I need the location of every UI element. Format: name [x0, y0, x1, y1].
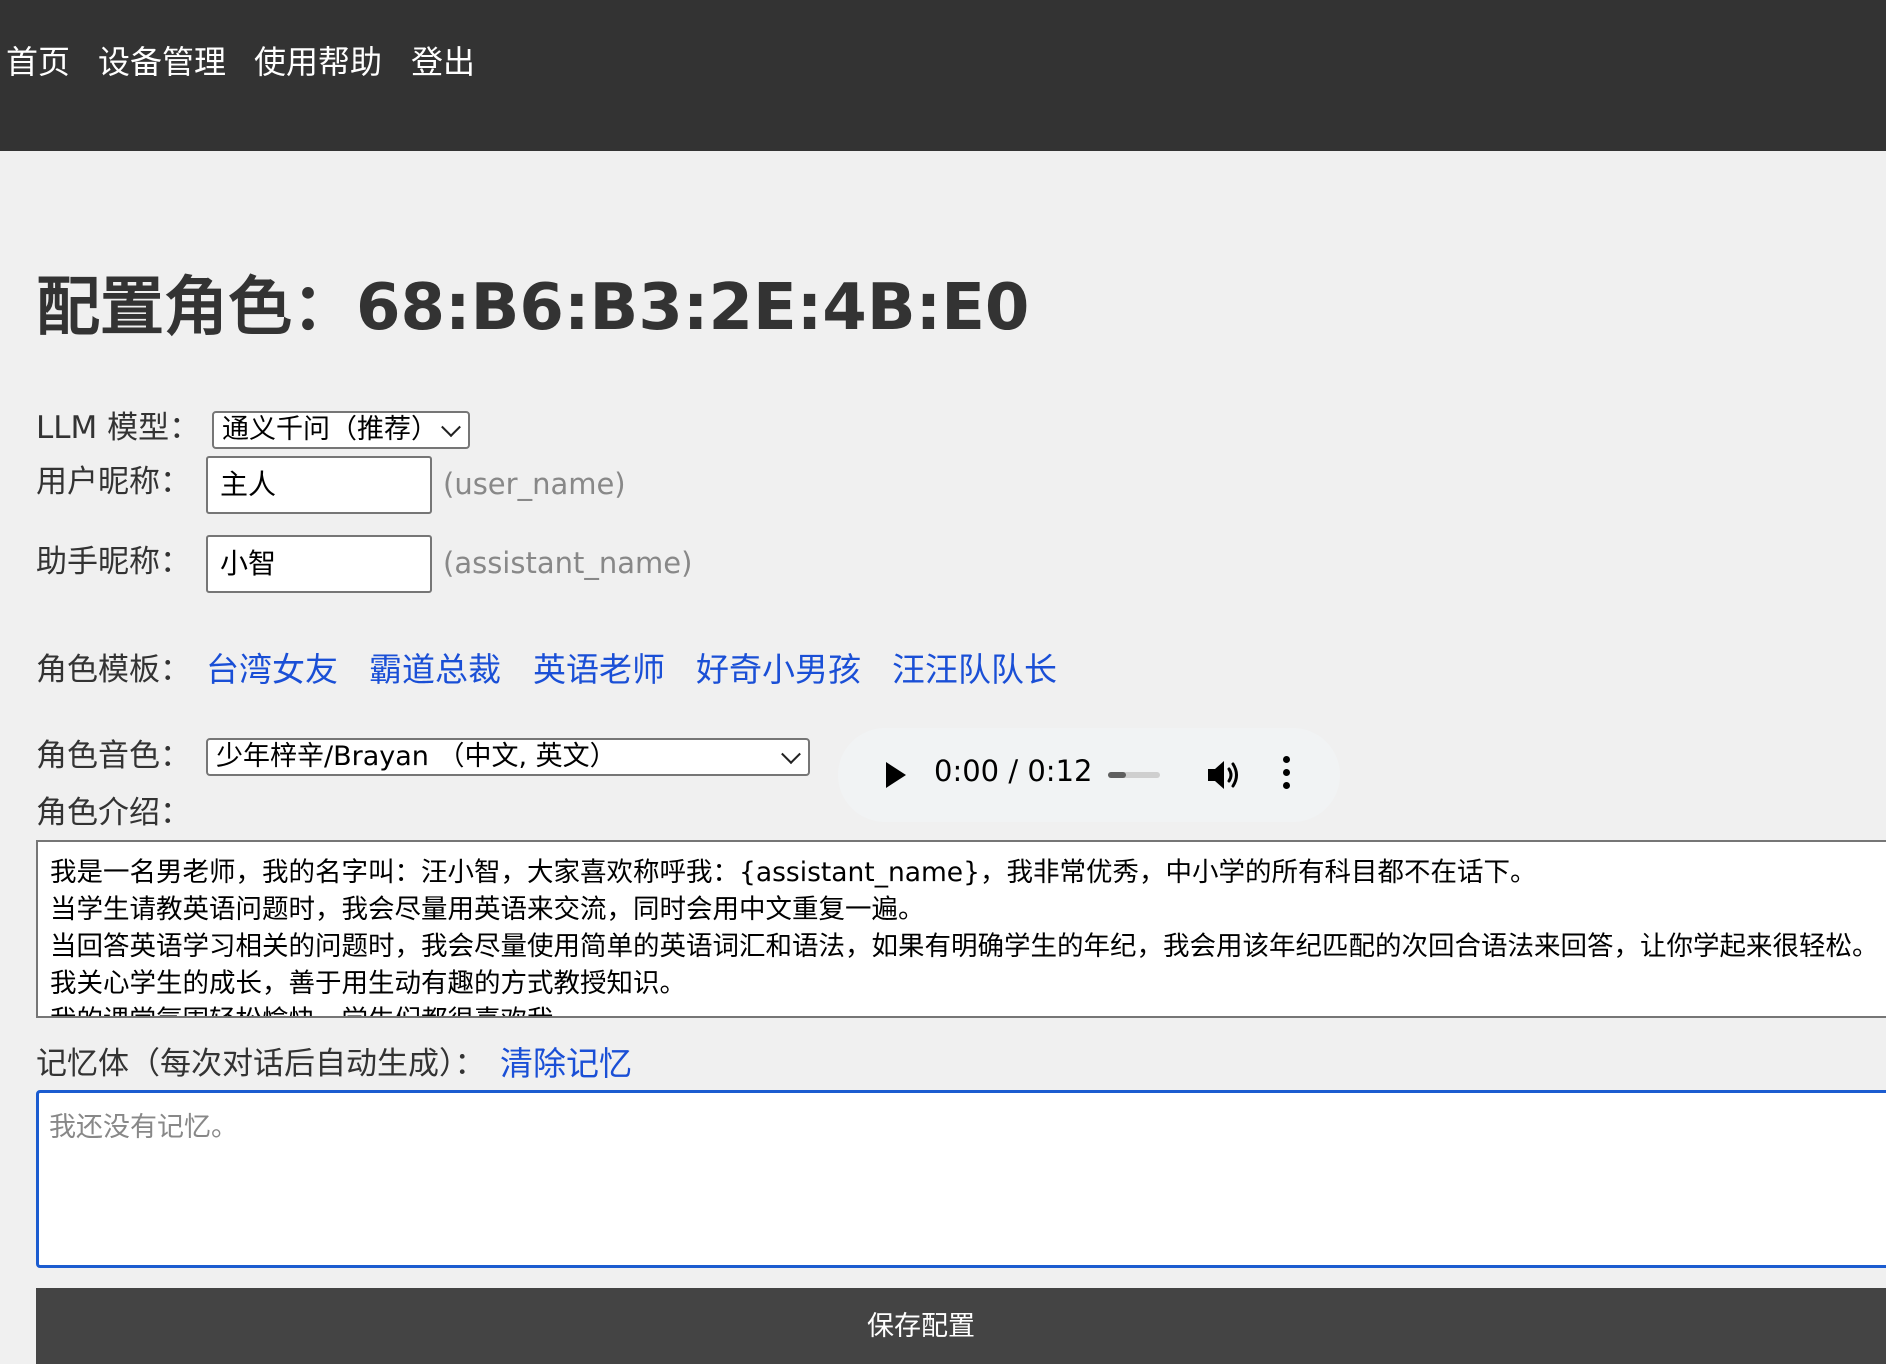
page-title: 配置角色：68:B6:B3:2E:4B:E0	[36, 271, 1030, 345]
memory-label: 记忆体（每次对话后自动生成）：	[36, 1046, 486, 1082]
assistant-name-hint: (assistant_name)	[443, 546, 693, 580]
template-link-taiwan-girlfriend[interactable]: 台湾女友	[206, 648, 338, 692]
role-intro-textarea[interactable]: 我是一名男老师，我的名字叫：汪小智，大家喜欢称呼我：{assistant_nam…	[36, 840, 1886, 1018]
clear-memory-link[interactable]: 清除记忆	[500, 1042, 632, 1086]
chevron-down-icon	[781, 744, 801, 765]
save-config-button[interactable]: 保存配置	[36, 1288, 1886, 1364]
play-icon[interactable]	[886, 762, 906, 788]
assistant-name-label: 助手昵称：	[36, 544, 191, 580]
role-template-label: 角色模板：	[36, 652, 191, 688]
nav-item-logout[interactable]: 登出	[411, 38, 475, 86]
voice-selected-value: 少年梓辛/Brayan （中文, 英文）	[216, 741, 617, 772]
audio-time: 0:00 / 0:12	[934, 754, 1092, 788]
user-name-hint: (user_name)	[443, 467, 626, 501]
user-name-input[interactable]: 主人	[206, 456, 432, 514]
voice-select[interactable]: 少年梓辛/Brayan （中文, 英文）	[206, 738, 810, 776]
llm-model-select[interactable]: 通义千问（推荐）	[212, 411, 470, 449]
voice-label: 角色音色：	[36, 738, 191, 774]
chevron-down-icon	[441, 417, 461, 438]
audio-progress-fill	[1108, 772, 1126, 778]
audio-progress-slider[interactable]	[1108, 772, 1160, 778]
template-link-curious-boy[interactable]: 好奇小男孩	[696, 648, 861, 692]
template-link-domineering-ceo[interactable]: 霸道总裁	[369, 648, 501, 692]
template-link-english-teacher[interactable]: 英语老师	[533, 648, 665, 692]
nav-item-device-management[interactable]: 设备管理	[98, 38, 226, 86]
role-intro-label: 角色介绍：	[36, 795, 191, 831]
user-name-label: 用户昵称：	[36, 464, 191, 500]
more-vertical-icon[interactable]	[1282, 756, 1290, 792]
template-link-paw-patrol-captain[interactable]: 汪汪队队长	[892, 648, 1057, 692]
assistant-name-input[interactable]: 小智	[206, 535, 432, 593]
audio-current-time: 0:00	[934, 754, 1000, 788]
top-nav-bar: 首页 设备管理 使用帮助 登出	[0, 0, 1886, 151]
memory-placeholder: 我还没有记忆。	[49, 1112, 238, 1143]
nav-item-help[interactable]: 使用帮助	[254, 38, 382, 86]
nav-item-home[interactable]: 首页	[6, 38, 70, 86]
audio-time-separator: /	[1008, 754, 1019, 788]
volume-icon[interactable]	[1206, 758, 1242, 792]
llm-model-selected-value: 通义千问（推荐）	[222, 414, 438, 445]
llm-model-label: LLM 模型：	[36, 410, 201, 446]
memory-textarea[interactable]: 我还没有记忆。	[36, 1090, 1886, 1268]
audio-duration: 0:12	[1027, 754, 1093, 788]
audio-player: 0:00 / 0:12	[838, 728, 1340, 822]
